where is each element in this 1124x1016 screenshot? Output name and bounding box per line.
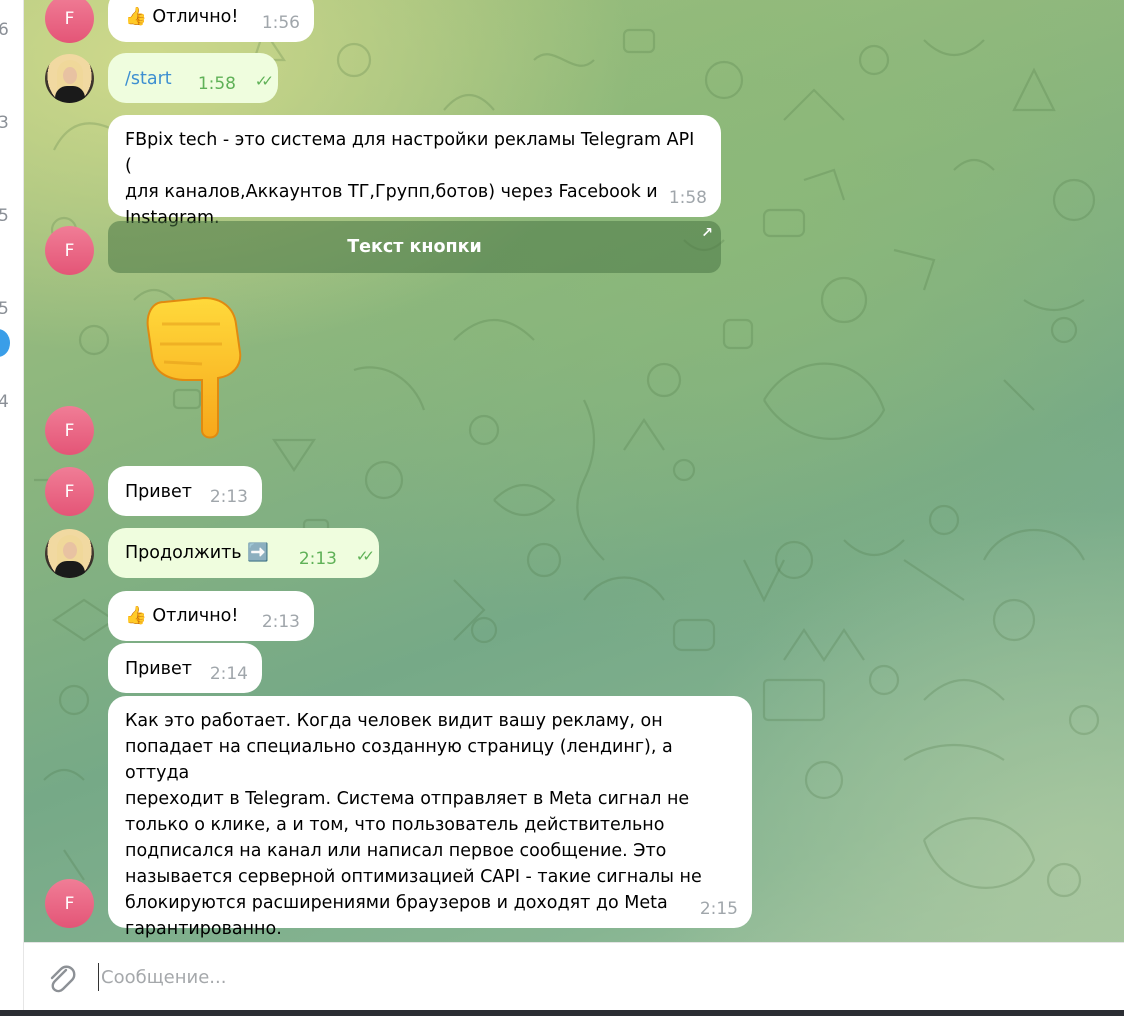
message-time: 2:15 (699, 899, 738, 919)
avatar-body (55, 561, 85, 578)
unread-count: 5 (0, 206, 9, 226)
paperclip-icon[interactable] (44, 961, 78, 995)
message-time: 2:13 (209, 487, 248, 507)
message-bubble[interactable]: 👍 Отлично! 2:13 (108, 591, 314, 641)
bot-avatar[interactable]: F (45, 226, 94, 275)
message-time: 1:58 (197, 74, 236, 94)
message-bubble[interactable]: Привет 2:13 (108, 466, 262, 516)
message-bubble[interactable]: Привет 2:14 (108, 643, 262, 693)
unread-badge (0, 329, 10, 357)
message-composer (24, 942, 1124, 1010)
inline-keyboard-button[interactable]: Текст кнопки ↗ (108, 221, 721, 273)
message-bubble[interactable]: FBpix tech - это система для настройки р… (108, 115, 721, 228)
message-bubble-outgoing[interactable]: Продолжить ➡️ 2:13 ✓✓ (108, 528, 379, 578)
inline-button-label: Текст кнопки (347, 237, 482, 257)
message-time: 1:56 (261, 13, 300, 33)
message-text: Отлично! (152, 606, 239, 626)
read-checkmarks-icon: ✓✓ (355, 547, 375, 565)
unread-count: 3 (0, 113, 9, 133)
user-avatar[interactable] (45, 54, 94, 103)
bot-avatar[interactable]: F (45, 467, 94, 516)
bot-command-link[interactable]: /start (125, 66, 172, 92)
user-avatar[interactable] (45, 529, 94, 578)
message-text: Продолжить (125, 543, 242, 563)
read-checkmarks-icon: ✓✓ (254, 72, 274, 90)
bot-avatar[interactable]: F (45, 406, 94, 455)
chat-history[interactable]: F 👍 Отлично! 1:56 /start 1:58 ✓✓ FBpix t… (24, 0, 1124, 942)
avatar-face (63, 542, 77, 559)
avatar-body (55, 86, 85, 103)
message-text: Отлично! (152, 7, 239, 27)
message-text: FBpix tech - это система для настройки р… (125, 130, 695, 228)
external-link-arrow-icon: ↗ (701, 225, 713, 241)
message-text: Привет (125, 659, 192, 679)
message-bubble-outgoing[interactable]: /start 1:58 ✓✓ (108, 53, 278, 103)
message-time: 2:13 (261, 612, 300, 632)
message-text: Привет (125, 482, 192, 502)
unread-count: 5 (0, 299, 9, 319)
thumbs-up-icon: 👍 (125, 606, 147, 626)
message-bubble[interactable]: 👍 Отлично! 1:56 (108, 0, 314, 42)
unread-count: 4 (0, 392, 9, 412)
message-time: 2:14 (209, 664, 248, 684)
chat-list-strip[interactable]: 6 3 5 5 4 (0, 0, 24, 1016)
message-time: 2:13 (298, 549, 337, 569)
message-time: 1:58 (668, 188, 707, 208)
avatar-face (63, 67, 77, 84)
pointing-down-hand-icon (146, 296, 242, 439)
thumbs-up-icon: 👍 (125, 7, 147, 27)
taskbar-edge (0, 1010, 1124, 1016)
message-text: Как это работает. Когда человек видит ва… (125, 711, 702, 939)
message-input[interactable] (98, 963, 998, 991)
unread-count: 6 (0, 20, 9, 40)
right-arrow-icon: ➡️ (247, 543, 269, 563)
bot-avatar[interactable]: F (45, 879, 94, 928)
message-bubble[interactable]: Как это работает. Когда человек видит ва… (108, 696, 752, 939)
